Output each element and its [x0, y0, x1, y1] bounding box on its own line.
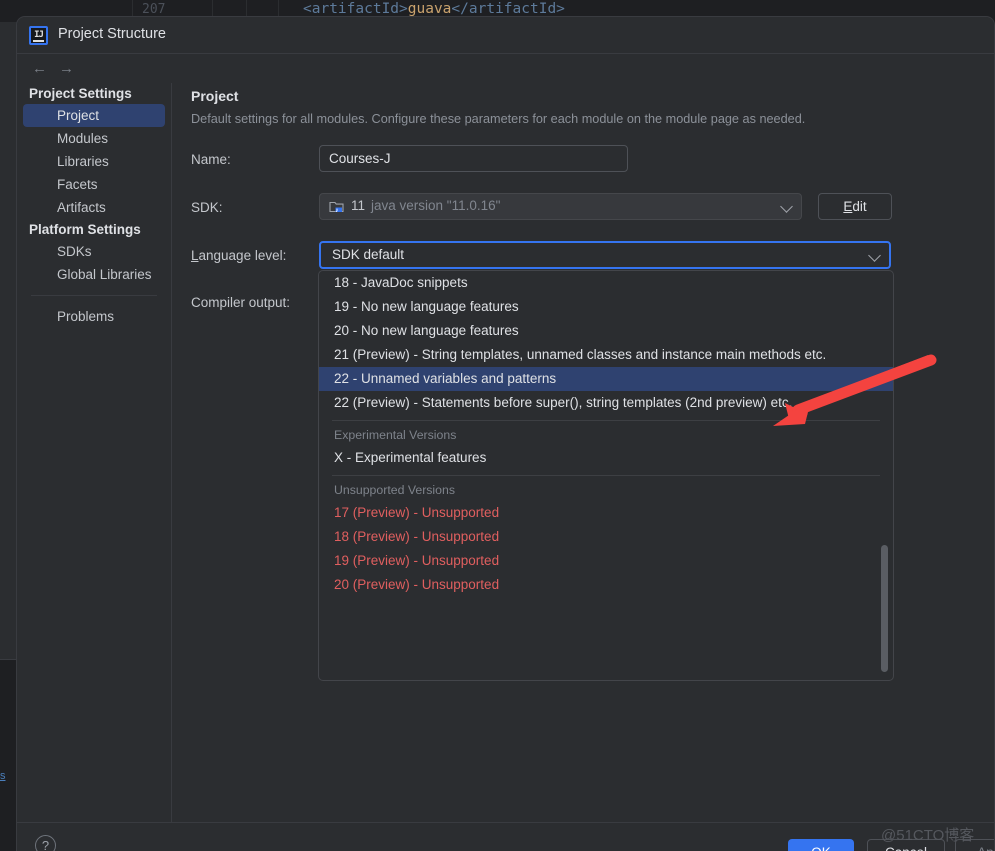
language-level-mnemonic: L: [191, 248, 199, 263]
sidebar-item-libraries[interactable]: Libraries: [23, 150, 165, 173]
dialog-footer: ? OK Cancel Apply: [17, 822, 994, 851]
sdk-version: 11: [351, 198, 366, 213]
list-item[interactable]: 18 - JavaDoc snippets: [319, 271, 893, 295]
intellij-logo-icon: IJ: [29, 26, 48, 45]
list-item-selected[interactable]: 22 - Unnamed variables and patterns: [319, 367, 893, 391]
sdk-label: SDK:: [191, 200, 223, 215]
editor-line-number: 207: [142, 2, 166, 17]
list-item[interactable]: 19 - No new language features: [319, 295, 893, 319]
sidebar-item-modules[interactable]: Modules: [23, 127, 165, 150]
background-left-lower: [0, 660, 17, 851]
language-level-label: Language level:: [191, 248, 286, 263]
editor-tag-value: guava: [407, 1, 452, 17]
editor-tag-close: </artifactId>: [451, 1, 565, 17]
list-item[interactable]: X - Experimental features: [319, 446, 893, 470]
sidebar-divider: [31, 295, 157, 296]
group-header-experimental: Experimental Versions: [334, 428, 457, 442]
dialog-body: Project Settings Project Modules Librari…: [17, 83, 994, 851]
arrow-right-icon[interactable]: →: [59, 60, 74, 77]
help-icon[interactable]: ?: [35, 835, 56, 851]
sidebar-item-facets[interactable]: Facets: [23, 173, 165, 196]
watermark: @51CTO博客: [881, 827, 975, 844]
editor-tag-open: <artifactId>: [303, 1, 408, 17]
sidebar-item-project[interactable]: Project: [23, 104, 165, 127]
project-structure-dialog: IJ Project Structure ← → Project Setting…: [16, 16, 995, 851]
ok-button[interactable]: OK: [788, 839, 854, 851]
list-item[interactable]: 22 (Preview) - Statements before super()…: [319, 391, 893, 415]
page-subtitle: Default settings for all modules. Config…: [191, 112, 806, 126]
popup-divider: [332, 475, 880, 476]
list-item[interactable]: 20 - No new language features: [319, 319, 893, 343]
language-level-value: SDK default: [332, 247, 405, 262]
intellij-logo-glyph: IJ: [34, 30, 44, 40]
settings-sidebar: Project Settings Project Modules Librari…: [17, 83, 172, 851]
sdk-combobox[interactable]: 11 java version "11.0.16": [319, 193, 802, 220]
arrow-left-icon[interactable]: ←: [32, 60, 47, 77]
list-item[interactable]: 17 (Preview) - Unsupported: [319, 501, 893, 525]
name-input[interactable]: Courses-J: [319, 145, 628, 172]
page-title: Project: [191, 88, 239, 104]
sdk-edit-mnemonic: E: [843, 199, 853, 214]
sidebar-group-project-settings: Project Settings: [29, 86, 132, 101]
sidebar-item-problems[interactable]: Problems: [23, 305, 165, 328]
sidebar-item-artifacts[interactable]: Artifacts: [23, 196, 165, 219]
list-item[interactable]: 18 (Preview) - Unsupported: [319, 525, 893, 549]
sidebar-item-global-libraries[interactable]: Global Libraries: [23, 263, 165, 286]
list-item[interactable]: 19 (Preview) - Unsupported: [319, 549, 893, 573]
list-item[interactable]: 20 (Preview) - Unsupported: [319, 573, 893, 597]
chevron-down-icon: [780, 200, 793, 213]
sidebar-item-sdks[interactable]: SDKs: [23, 240, 165, 263]
background-left-link[interactable]: s: [0, 770, 6, 782]
sdk-description: java version "11.0.16": [371, 198, 501, 213]
dialog-navigation-row: ← →: [17, 54, 994, 83]
dialog-title: Project Structure: [58, 26, 166, 42]
popup-scrollbar-thumb[interactable]: [881, 545, 888, 672]
language-level-combobox[interactable]: SDK default: [319, 241, 891, 269]
group-header-unsupported: Unsupported Versions: [334, 483, 455, 497]
list-item[interactable]: 21 (Preview) - String templates, unnamed…: [319, 343, 893, 367]
sidebar-group-platform-settings: Platform Settings: [29, 222, 141, 237]
compiler-output-label: Compiler output:: [191, 295, 291, 310]
popup-divider: [332, 420, 880, 421]
language-level-dropdown-popup: 18 - JavaDoc snippets 19 - No new langua…: [318, 270, 894, 681]
sdk-edit-rest: dit: [852, 199, 867, 214]
intellij-logo-bar: [33, 40, 44, 42]
java-sdk-folder-icon: [329, 201, 344, 213]
settings-content-panel: Project Default settings for all modules…: [173, 83, 994, 851]
screen-root: 207 <artifactId>guava</artifactId> s IJ …: [0, 0, 995, 851]
chevron-down-icon: [868, 249, 881, 262]
dialog-titlebar: IJ Project Structure: [17, 17, 994, 54]
language-level-label-rest: anguage level:: [198, 248, 287, 263]
editor-code-line: <artifactId>guava</artifactId>: [303, 1, 565, 17]
name-label: Name:: [191, 152, 231, 167]
popup-scrollbar[interactable]: [881, 272, 891, 680]
sdk-edit-button[interactable]: Edit: [818, 193, 892, 220]
